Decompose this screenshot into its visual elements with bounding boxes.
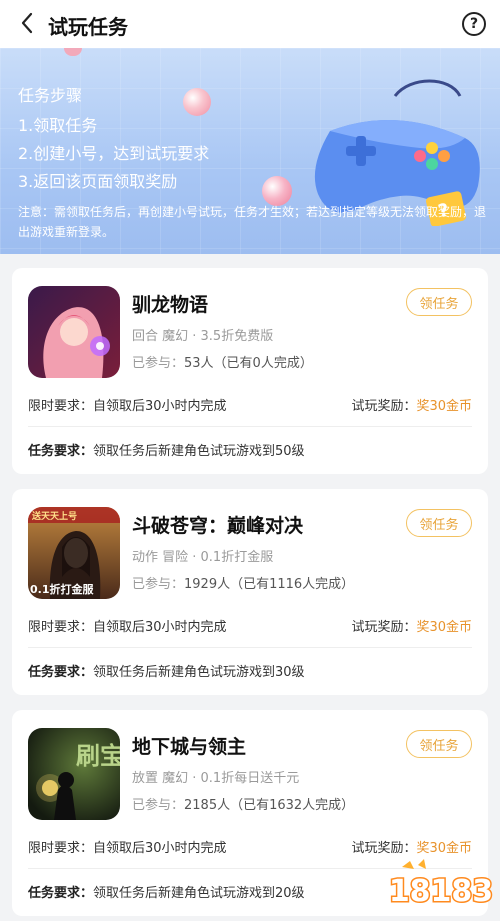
time-requirement-label: 限时要求： [28,399,94,414]
step-item: 3.返回该页面领取奖励 [18,172,178,191]
game-name: 斗破苍穹：巅峰对决 [132,515,304,537]
time-requirement-value: 自领取后30小时内完成 [93,399,227,414]
task-requirement-row: 任务要求：领取任务后新建角色试玩游戏到30级 [28,661,305,680]
time-requirement-value: 自领取后30小时内完成 [93,620,227,635]
trial-reward-value: 奖30金币 [416,399,472,414]
game-icon[interactable] [28,286,120,378]
icon-title-text: 刷宝 [76,741,120,770]
joined-label: 已参与： [132,798,185,813]
game-participants: 已参与：1929人（已有1116人完成） [132,573,354,592]
task-requirement-value: 领取任务后新建角色试玩游戏到20级 [93,886,305,901]
chevron-left-icon [21,12,33,34]
game-name: 地下城与领主 [132,736,247,758]
step-item: 2.创建小号，达到试玩要求 [18,144,210,163]
time-requirement-label: 限时要求： [28,841,94,856]
top-bar: 试玩任务 ? [0,0,500,48]
trial-reward: 试玩奖励：奖30金币 [351,616,472,635]
task-requirement-row: 任务要求：领取任务后新建角色试玩游戏到20级 [28,882,305,901]
joined-count: 53人（已有0人完成） [184,356,313,371]
trial-reward-label: 试玩奖励： [351,399,417,414]
trial-reward: 试玩奖励：奖30金币 [351,837,472,856]
divider [28,647,472,648]
joined-count: 2185人（已有1632人完成） [184,798,355,813]
task-card: 驯龙物语 回合 魔幻 · 3.5折免费版 已参与：53人（已有0人完成） 领任务… [12,268,488,474]
time-requirement-row: 限时要求：自领取后30小时内完成 试玩奖励：奖30金币 [28,837,472,856]
icon-subtitle-text: 0.1折打金服 [30,582,94,596]
time-requirement-value: 自领取后30小时内完成 [93,841,227,856]
decor-ball [183,88,211,116]
trial-reward-value: 奖30金币 [416,841,472,856]
trial-reward: 试玩奖励：奖30金币 [351,395,472,414]
page-title: 试玩任务 [48,15,128,39]
claim-task-button[interactable]: 领任务 [406,730,472,758]
game-tags: 放置 魔幻 · 0.1折每日送千元 [132,771,300,786]
task-requirement-label: 任务要求： [28,665,94,680]
task-steps-banner: ? 任务步骤 1.领取任务 2.创建小号，达到试玩要求 3.返回该页面领取奖励 … [0,48,500,254]
joined-label: 已参与： [132,356,185,371]
steps-title: 任务步骤 [18,86,83,105]
task-requirement-label: 任务要求： [28,444,94,459]
task-requirement-row: 任务要求：领取任务后新建角色试玩游戏到50级 [28,440,305,459]
notice-text: 注意：需领取任务后，再创建小号试玩，任务才生效；若达到指定等级无法领取奖励，退出… [18,205,487,239]
task-requirement-value: 领取任务后新建角色试玩游戏到30级 [93,665,305,680]
task-requirement-label: 任务要求： [28,886,94,901]
watermark-text: 18183 [389,874,493,909]
claim-task-button[interactable]: 领任务 [406,288,472,316]
trial-reward-label: 试玩奖励： [351,841,417,856]
game-name: 驯龙物语 [132,294,209,316]
time-requirement-row: 限时要求：自领取后30小时内完成 试玩奖励：奖30金币 [28,395,472,414]
trial-reward-value: 奖30金币 [416,620,472,635]
game-participants: 已参与：53人（已有0人完成） [132,352,313,371]
time-requirement-label: 限时要求： [28,620,94,635]
back-button[interactable] [14,10,40,36]
game-tags: 动作 冒险 · 0.1折打金服 [132,550,274,565]
game-icon[interactable]: 送天天上号 0.1折打金服 [28,507,120,599]
site-watermark-logo: 18183 [388,859,494,911]
game-participants: 已参与：2185人（已有1632人完成） [132,794,354,813]
icon-banner-text: 送天天上号 [31,510,77,522]
help-button[interactable]: ? [462,12,486,36]
task-requirement-value: 领取任务后新建角色试玩游戏到50级 [93,444,305,459]
joined-label: 已参与： [132,577,185,592]
divider [28,426,472,427]
time-requirement-row: 限时要求：自领取后30小时内完成 试玩奖励：奖30金币 [28,616,472,635]
game-icon[interactable]: 刷宝 [28,728,120,820]
joined-count: 1929人（已有1116人完成） [184,577,355,592]
task-card: 送天天上号 0.1折打金服 斗破苍穹：巅峰对决 动作 冒险 · 0.1折打金服 … [12,489,488,695]
trial-reward-label: 试玩奖励： [351,620,417,635]
claim-task-button[interactable]: 领任务 [406,509,472,537]
step-item: 1.领取任务 [18,116,98,135]
game-tags: 回合 魔幻 · 3.5折免费版 [132,329,274,344]
